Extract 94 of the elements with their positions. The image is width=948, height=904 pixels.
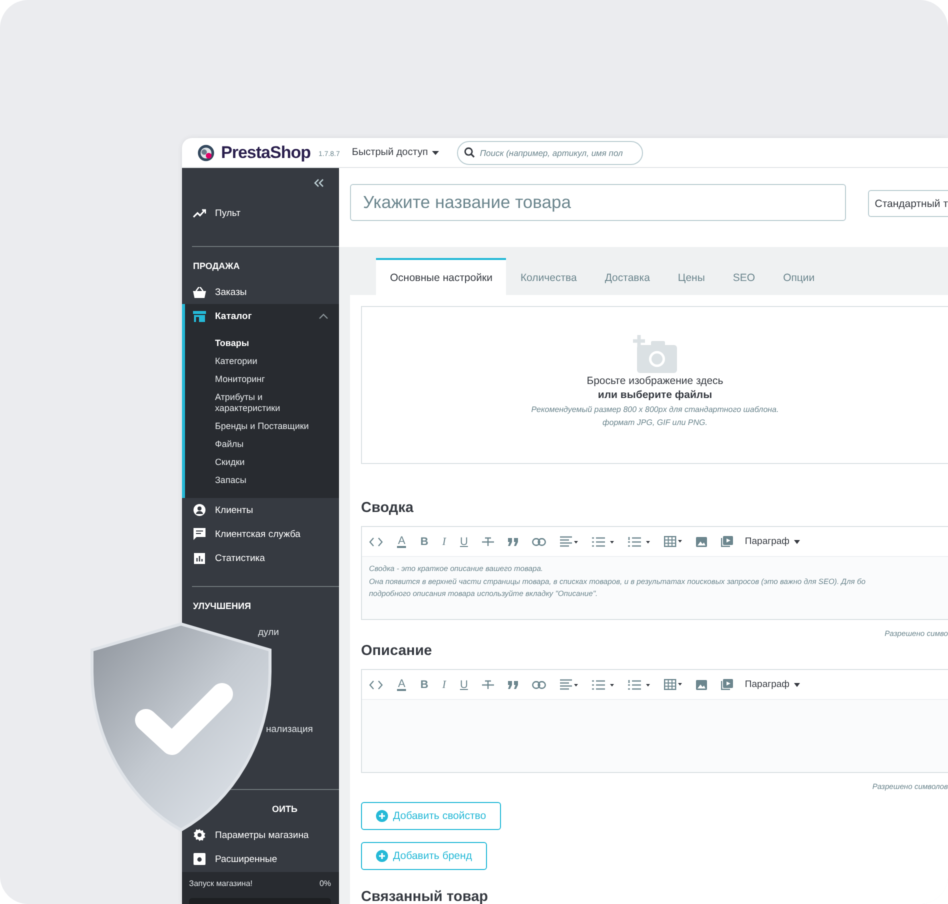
rich-text-editor[interactable]	[361, 526, 948, 620]
basket-icon	[193, 286, 206, 298]
strikethrough-icon[interactable]	[482, 680, 494, 690]
submenu-item[interactable]: Бренды и Поставщики	[215, 417, 315, 435]
submenu-item[interactable]: Категории	[215, 352, 315, 370]
logo-icon	[197, 144, 215, 162]
align-icon[interactable]	[560, 679, 578, 690]
progress-reading: 0%	[319, 879, 331, 888]
submenu-item[interactable]: Мониторинг	[215, 370, 315, 388]
chevron-icon[interactable]	[319, 313, 328, 319]
link-icon[interactable]	[532, 538, 546, 546]
table-icon[interactable]	[664, 536, 682, 547]
section-title: Сводка	[361, 500, 414, 516]
menu-label: Параметры магазина	[215, 830, 309, 840]
bullet-list-icon[interactable]	[592, 536, 614, 546]
bar-chart-icon	[193, 552, 206, 564]
store-icon	[193, 310, 206, 322]
add-photo-icon	[633, 335, 677, 373]
link-icon[interactable]	[532, 680, 546, 688]
user-circle-icon	[193, 504, 206, 516]
code-icon[interactable]	[369, 680, 383, 690]
table-icon[interactable]	[664, 679, 682, 690]
image-dropzone[interactable]: Бросьте изображение здесь или выберите файлы Рекомендуемый размер 800 x 800px для стандартного шаблона. формат JPG, GIF или PNG.	[361, 306, 948, 464]
quick-access-menu[interactable]: Быстрый доступ	[352, 147, 439, 158]
caret-icon	[794, 540, 800, 544]
dropzone-text: Бросьте изображение здесь	[586, 375, 724, 387]
menu-item[interactable]: Статистика	[182, 546, 339, 570]
italic-button[interactable]: I	[442, 678, 446, 690]
strikethrough-icon[interactable]	[482, 536, 494, 546]
menu-label: Заказы	[215, 286, 247, 298]
quote-icon[interactable]	[508, 538, 518, 546]
product-type-select[interactable]: Стандартный т	[868, 190, 948, 217]
menu-label: Статистика	[215, 552, 265, 564]
caret-icon	[432, 150, 439, 154]
dropzone-hint: формат JPG, GIF или PNG.	[602, 418, 708, 427]
section-title: Описание	[361, 643, 433, 659]
image-icon[interactable]	[696, 536, 707, 546]
align-icon[interactable]	[560, 536, 578, 547]
chat-icon	[193, 528, 206, 540]
collapse-icon[interactable]	[314, 179, 324, 187]
submenu-item[interactable]: Скидки	[215, 453, 315, 471]
italic-button[interactable]: I	[442, 536, 446, 548]
submenu-item[interactable]: Запасы	[215, 471, 315, 489]
menu-item[interactable]: Параметры магазина	[182, 823, 339, 847]
paragraph-format-dropdown[interactable]: Параграф	[744, 536, 800, 547]
caret-icon	[794, 682, 800, 686]
menu-item[interactable]: Каталог	[185, 304, 339, 328]
section-heading: ПРОДАЖА	[192, 260, 241, 273]
text-color-button[interactable]: A	[397, 536, 406, 548]
code-icon[interactable]	[369, 536, 383, 546]
menu-label: Клиентская служба	[215, 528, 300, 540]
menu-item[interactable]: Пульт	[182, 201, 339, 225]
menu-item[interactable]: Клиенты	[182, 498, 339, 522]
dropzone-hint: Рекомендуемый размер 800 x 800px для стандартного шаблона.	[531, 405, 779, 414]
search-field[interactable]: Поиск (например, артикул, имя пол	[456, 140, 643, 164]
bullet-list-icon[interactable]	[592, 680, 614, 690]
menu-label: Пульт	[215, 208, 240, 218]
video-icon[interactable]	[720, 679, 733, 690]
tab[interactable]: Основные настройки	[376, 258, 506, 295]
menu-item[interactable]: Клиентская служба	[182, 522, 339, 546]
underline-button[interactable]: U	[460, 536, 468, 548]
image-icon[interactable]	[696, 680, 707, 690]
gear-icon	[193, 829, 206, 841]
section-heading: УЛУЧШЕНИЯ	[192, 600, 252, 613]
trend-icon	[193, 208, 206, 218]
product-name-field[interactable]: Укажите название товара	[350, 184, 846, 221]
quote-icon[interactable]	[508, 680, 518, 688]
plus-circle-icon	[376, 850, 388, 862]
bold-button[interactable]: B	[420, 678, 428, 690]
window-icon	[193, 853, 206, 865]
menu-item[interactable]: нализация	[266, 724, 313, 734]
launch-label: Запуск магазина!	[189, 879, 253, 888]
menu-item[interactable]: Заказы	[182, 280, 339, 304]
menu-label: Клиенты	[215, 504, 254, 516]
menu-item[interactable]: Расширенные	[182, 847, 339, 871]
menu-item[interactable]: дули	[258, 626, 279, 638]
plus-circle-icon	[376, 810, 388, 822]
underline-button[interactable]: U	[460, 678, 468, 690]
section-heading: ОИТЬ	[271, 803, 298, 816]
submenu-item[interactable]: Товары	[215, 334, 315, 352]
video-icon[interactable]	[720, 536, 733, 547]
choose-files-link[interactable]: или выберите файлы	[598, 389, 712, 401]
submenu-item[interactable]: Файлы	[215, 435, 315, 453]
submenu-item[interactable]: Атрибуты и характеристики	[215, 388, 315, 417]
menu-label: Расширенные	[215, 854, 278, 864]
numbered-list-icon[interactable]	[628, 680, 650, 690]
section-title: Связанный товар	[361, 889, 489, 904]
text-color-button[interactable]: A	[397, 678, 406, 690]
menu-label: Каталог	[215, 310, 252, 322]
rich-text-editor[interactable]: A B I U Параграф	[361, 669, 948, 773]
paragraph-format-dropdown[interactable]: Параграф	[744, 679, 800, 690]
logo-text: PrestaShop	[221, 142, 310, 162]
bold-button[interactable]: B	[420, 536, 428, 548]
numbered-list-icon[interactable]	[628, 536, 650, 546]
